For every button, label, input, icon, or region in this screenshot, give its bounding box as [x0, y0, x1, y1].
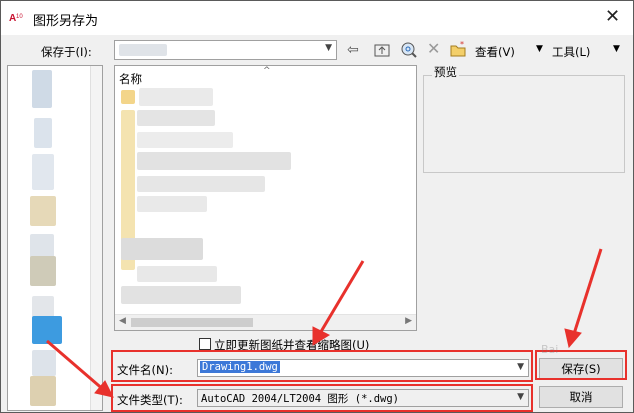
watermark: Bai — [541, 343, 559, 356]
save-as-dialog: A 10 图形另存为 ✕ 保存于(I): ▼ ⇦ ✕ * 查看(V) ▼ 工具(… — [0, 0, 634, 413]
annotation-arrows — [46, 248, 603, 398]
